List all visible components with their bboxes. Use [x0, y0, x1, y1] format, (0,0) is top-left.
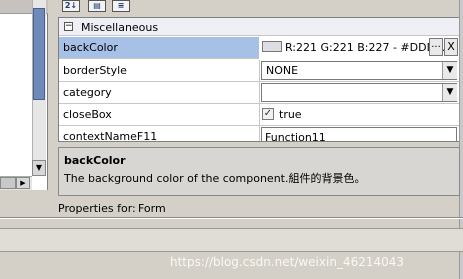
column-divider	[259, 126, 260, 141]
category-row-miscellaneous[interactable]: − Miscellaneous	[59, 18, 459, 36]
vertical-scroll-thumb[interactable]	[33, 8, 45, 100]
footer-target-name: Form	[138, 202, 166, 215]
description-text: The background color of the component.組件…	[64, 172, 366, 185]
description-panel: backColor The background color of the co…	[58, 147, 460, 196]
property-value-cell[interactable]: R:221 G:221 B:227 - #DDD... ... X	[259, 37, 459, 59]
column-divider	[259, 82, 260, 103]
property-name: category	[63, 86, 112, 99]
dropdown-arrow-icon[interactable]: ▼	[442, 62, 457, 79]
property-name: contextNameF11	[63, 130, 158, 142]
clear-color-button[interactable]: X	[444, 38, 458, 56]
category-label: Miscellaneous	[81, 21, 159, 34]
column-divider	[259, 104, 260, 125]
borderstyle-select[interactable]: NONE ▼	[261, 61, 457, 80]
property-row-closebox[interactable]: closeBox ✓ true	[59, 104, 459, 126]
property-grid: − Miscellaneous backColor R:221 G:221 B:…	[58, 17, 460, 142]
separator	[0, 217, 463, 219]
category-select[interactable]: ▼	[261, 83, 457, 102]
property-name: backColor	[63, 41, 118, 54]
column-divider	[259, 60, 260, 81]
property-row-category[interactable]: category ▼	[59, 82, 459, 104]
dropdown-arrow-icon[interactable]: ▼	[442, 84, 457, 101]
scroll-down-arrow-icon[interactable]: ▼	[32, 160, 46, 176]
property-name: borderStyle	[63, 64, 127, 77]
footer-label: Properties for:	[58, 202, 136, 215]
scroll-right-arrow-icon[interactable]: ▶	[16, 177, 30, 189]
description-toggle-button[interactable]: ≡	[112, 0, 130, 12]
watermark-text: https://blog.csdn.net/weixin_46214043	[170, 255, 405, 269]
categorized-view-button[interactable]: ▤	[88, 0, 106, 12]
checkbox-label: true	[279, 108, 302, 121]
sort-alphabetical-button[interactable]: 2↓	[62, 0, 80, 12]
property-row-borderstyle[interactable]: borderStyle NONE ▼	[59, 60, 459, 82]
color-picker-button[interactable]: ...	[429, 38, 443, 56]
properties-footer: Properties for: Form	[58, 200, 460, 216]
color-swatch	[262, 41, 282, 52]
collapse-icon[interactable]: −	[64, 22, 73, 31]
select-value: NONE	[266, 64, 299, 77]
status-strip	[0, 228, 463, 252]
input-value: Function11	[265, 131, 326, 142]
color-value-text: R:221 G:221 B:227 - #DDD...	[285, 41, 446, 54]
contextnamef11-input[interactable]: Function11	[261, 127, 457, 142]
horizontal-scroll-thumb[interactable]	[0, 177, 16, 189]
property-name: closeBox	[63, 108, 112, 121]
closebox-checkbox[interactable]: ✓	[262, 108, 274, 120]
description-title: backColor	[64, 154, 126, 167]
property-row-contextnamef11[interactable]: contextNameF11 Function11	[59, 126, 459, 142]
